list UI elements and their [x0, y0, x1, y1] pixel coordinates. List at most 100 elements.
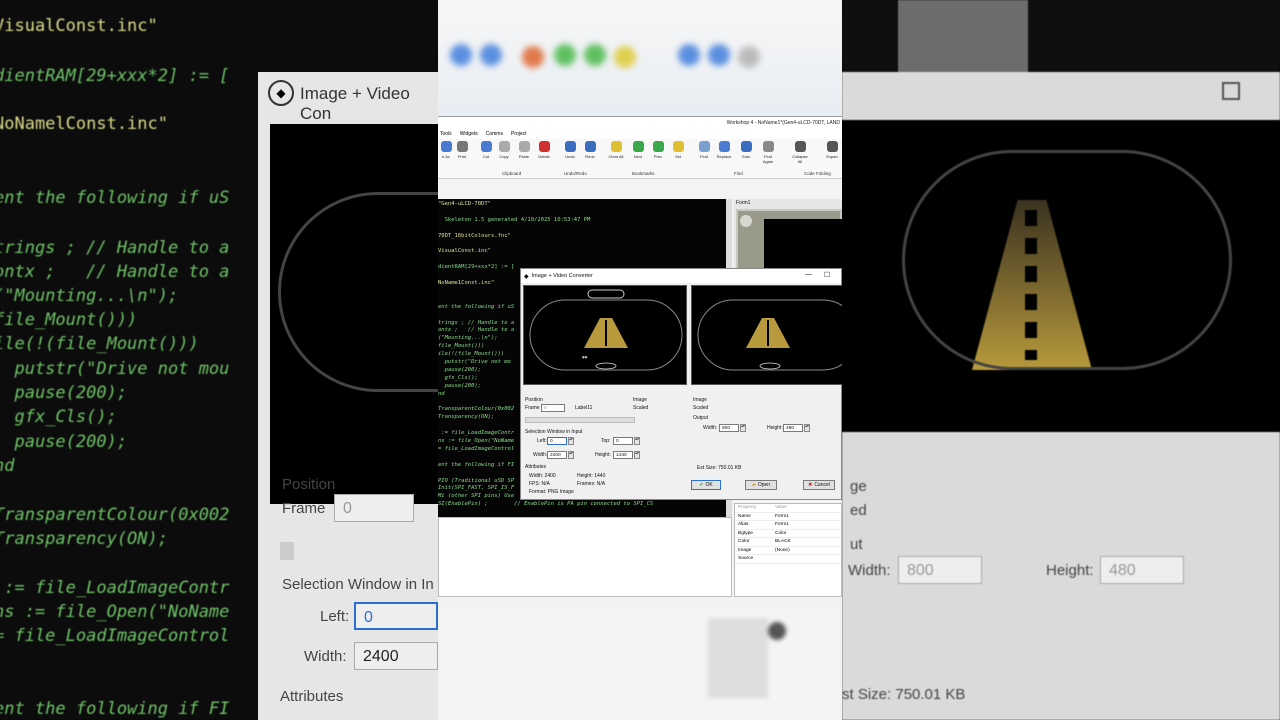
ribbon-button-copy[interactable]: Copy	[496, 141, 512, 159]
code-line: ("Mounting...\n");	[438, 335, 498, 342]
left-field[interactable]: 0	[547, 437, 567, 445]
open-label: Open	[757, 482, 771, 488]
ribbon-button-cut[interactable]: Cut	[478, 141, 494, 159]
ribbon-button-undo[interactable]: Undo	[562, 141, 578, 159]
out-width-spinner[interactable]: ▴▾	[740, 424, 746, 432]
bg-code-line: TransparentColour(0x002	[0, 505, 230, 525]
height-field[interactable]: 1440	[613, 451, 633, 459]
bg-code-line: = file_LoadImageControl	[0, 626, 230, 646]
est-size: Est Size: 750.01 KB	[697, 465, 742, 471]
ribbon-button-set[interactable]: Set	[670, 141, 686, 159]
ribbon-label: Copy	[499, 154, 509, 159]
bg-code-line: ile(!(file_Mount()))	[0, 334, 199, 354]
ribbon-button-paste[interactable]: Paste	[516, 141, 532, 159]
menu-item-project[interactable]: Project	[511, 131, 527, 137]
ribbon-button-redo[interactable]: Redo	[582, 141, 598, 159]
find-icon	[698, 141, 710, 152]
expan-icon	[826, 141, 838, 152]
code-line: ontx ; // Handle to a	[438, 327, 515, 334]
property-row[interactable]: Alias Form1	[735, 521, 841, 530]
top-label: Top:	[601, 438, 611, 444]
property-row[interactable]: Bgtype Color	[735, 530, 841, 538]
output-preview-image	[697, 299, 842, 371]
scaled-label-right: Scaled	[693, 405, 709, 411]
property-row[interactable]: Image (None)	[735, 547, 841, 555]
label11: Label11	[575, 405, 593, 411]
ribbon-button-e-ac[interactable]: e Ac	[438, 141, 454, 159]
frame-slider[interactable]	[525, 417, 635, 423]
out-height-label: Height:	[767, 425, 783, 431]
top-spinner[interactable]: ▴▾	[634, 437, 640, 445]
bg-out-width-field: 800	[898, 556, 982, 584]
ribbon-button-print[interactable]: Print	[454, 141, 470, 159]
ribbon-label: Find Again	[762, 154, 774, 164]
ribbon-button-collapse-all[interactable]: Collapse All	[792, 141, 808, 164]
height-spinner[interactable]: ▴▾	[634, 451, 640, 459]
ribbon-button-delete[interactable]: Delete	[536, 141, 552, 159]
cancel-label: Cancel	[814, 482, 830, 488]
left-spinner[interactable]: ▴▾	[568, 437, 574, 445]
ribbon-label: Prev	[653, 154, 663, 159]
bg-code-line: VisualConst.inc"	[0, 16, 158, 36]
ribbon-label: Set	[674, 154, 681, 159]
ribbon-button-expan[interactable]: Expan	[824, 141, 840, 159]
property-cell: Bgtype	[738, 530, 753, 536]
ok-button[interactable]: ✔ OK	[691, 480, 721, 490]
out-height-field[interactable]: 480	[783, 424, 803, 432]
code-line: file_Mount()))	[438, 343, 485, 350]
bg-out-height-field: 480	[1100, 556, 1184, 584]
property-row[interactable]: Source	[735, 555, 841, 564]
code-line: := file_LoadImageContr	[438, 430, 515, 437]
menu-item-tools[interactable]: Tools	[440, 131, 452, 137]
menu-item-comms[interactable]: Comms	[486, 131, 503, 137]
menu-item-widgets[interactable]: Widgets	[460, 131, 478, 137]
top-field[interactable]: 0	[613, 437, 633, 445]
code-line: VisualConst.inc"	[438, 248, 491, 255]
code-line: trings ; // Handle to a	[438, 319, 515, 326]
ok-label: OK	[705, 482, 713, 488]
property-cell: (None)	[775, 547, 790, 553]
property-cell: Form1	[775, 522, 789, 528]
folder-icon: ▰	[751, 482, 756, 488]
property-cell: Value	[775, 505, 787, 511]
bg-code-line: dientRAM[29+xxx*2] := [	[0, 66, 230, 86]
output-label: Output	[693, 415, 709, 421]
ribbon-button-prev[interactable]: Prev	[650, 141, 666, 159]
minimize-icon[interactable]: —	[805, 271, 812, 278]
bg-est-size: st Size: 750.01 KB	[842, 686, 966, 703]
replace-icon	[718, 141, 730, 152]
ribbon-button-goto[interactable]: Goto	[738, 141, 754, 159]
background-dialog-left: ◆ Image + Video Con Position Frame 0 Sel…	[258, 72, 438, 720]
code-line: Mi (other SPI pins) Use	[438, 493, 515, 500]
out-width-field[interactable]: 800	[719, 424, 739, 432]
maximize-icon[interactable]: ☐	[824, 271, 830, 279]
open-button[interactable]: ▰ Open	[745, 480, 777, 490]
set-icon	[672, 141, 684, 152]
bg-code-line: file_Mount()))	[0, 310, 138, 330]
width-field[interactable]: 2400	[547, 451, 567, 459]
left-label: Left:	[537, 438, 547, 444]
ribbon-button-next[interactable]: Next	[630, 141, 646, 159]
ribbon-button-find-again[interactable]: Find Again	[760, 141, 776, 164]
width-spinner[interactable]: ▴▾	[568, 451, 574, 459]
frame-field[interactable]: 0	[541, 404, 565, 412]
output-pane	[438, 517, 732, 597]
form-label: Form1	[736, 200, 751, 206]
ribbon-label: Replace	[716, 154, 732, 159]
out-height-spinner[interactable]: ▴▾	[804, 424, 810, 432]
goto-icon	[740, 141, 752, 152]
property-row[interactable]: Color BLACK	[735, 538, 841, 547]
ribbon-button-replace[interactable]: Replace	[716, 141, 732, 159]
ribbon-button-clear-all[interactable]: Clear All	[608, 141, 624, 159]
property-cell: BLACK	[775, 539, 791, 545]
attributes-label: Attributes	[525, 464, 547, 470]
dialog-title: Image + Video Converter	[531, 273, 593, 279]
ribbon-button-find[interactable]: Find	[696, 141, 712, 159]
property-row[interactable]: Property Value	[735, 504, 841, 513]
code-line: putstr("Drive not mo	[438, 359, 511, 365]
cancel-button[interactable]: ✖ Cancel	[803, 480, 835, 490]
blurred-bottom	[438, 606, 842, 720]
property-row[interactable]: Name Form1	[735, 513, 841, 521]
bg-code-line: ent the following if FI	[0, 699, 230, 719]
code-line: pause(200);	[438, 382, 482, 389]
